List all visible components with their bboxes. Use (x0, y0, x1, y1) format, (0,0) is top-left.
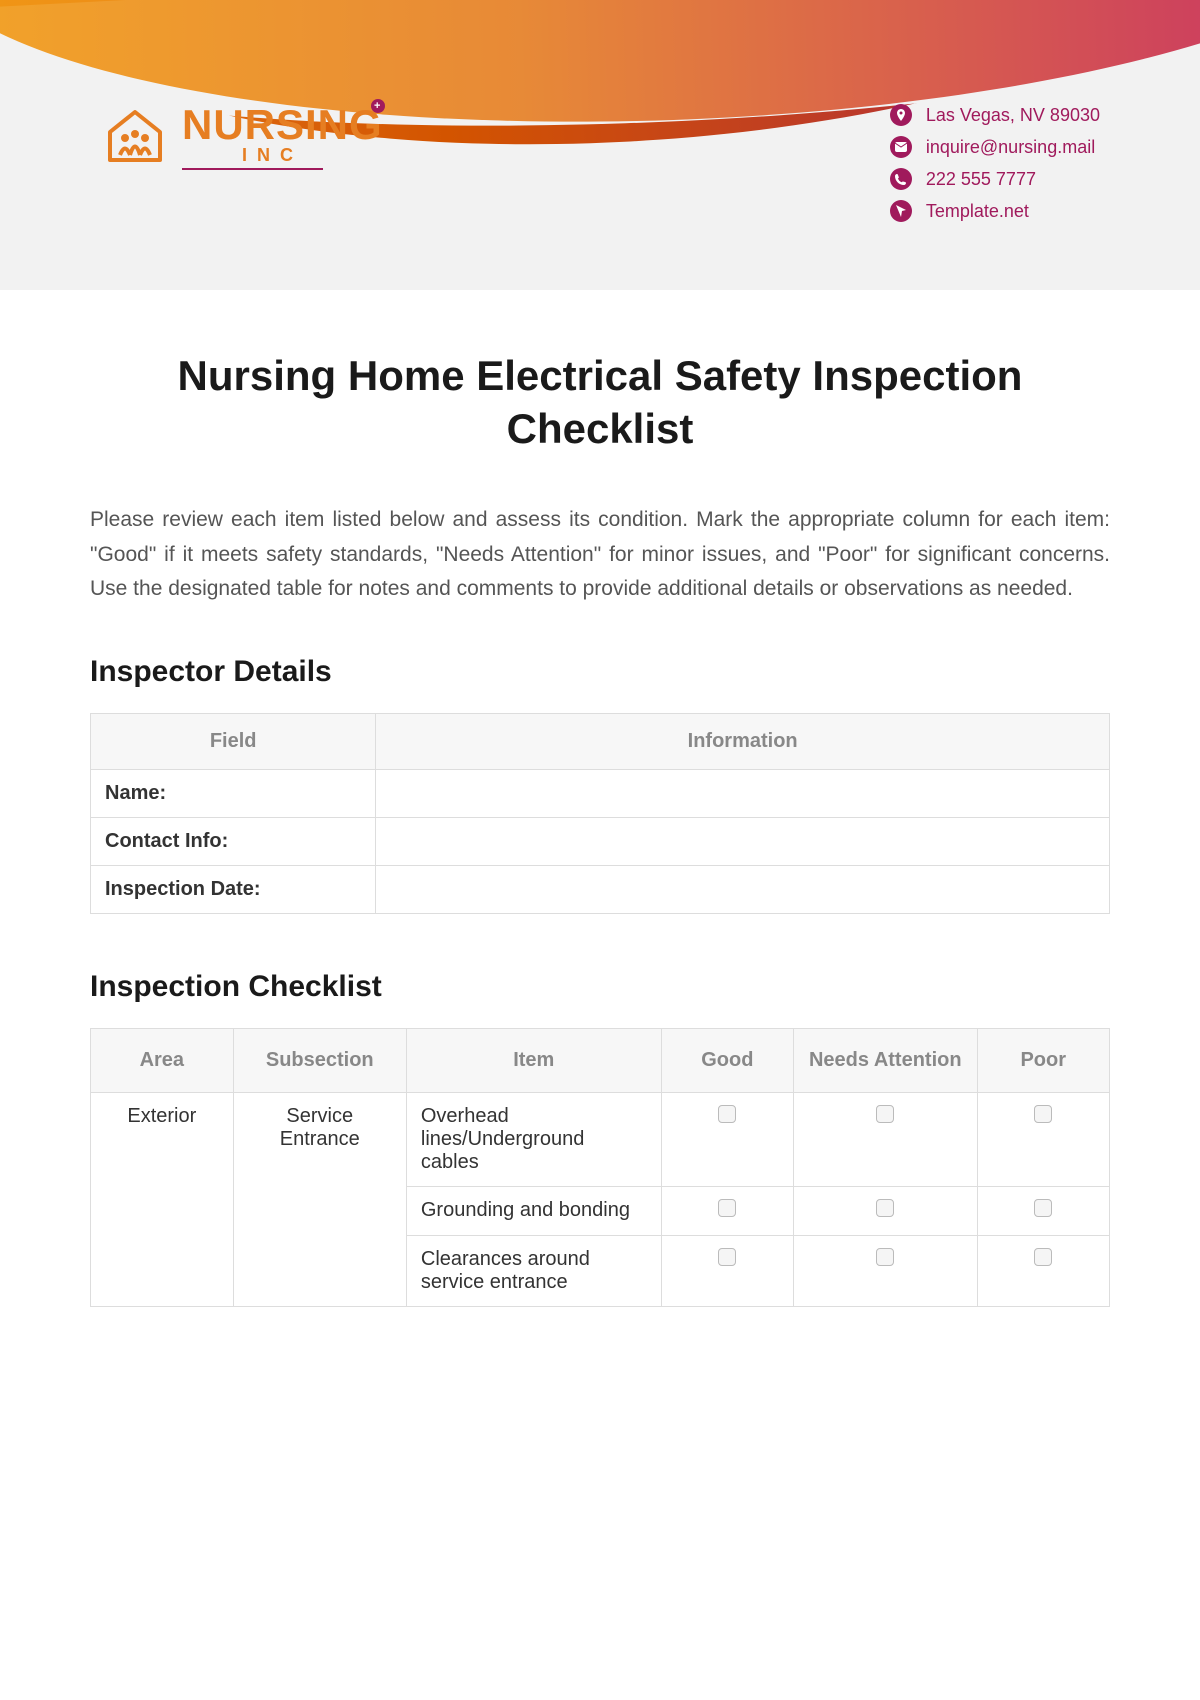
checkbox-good[interactable] (718, 1248, 736, 1266)
main-content: Nursing Home Electrical Safety Inspectio… (0, 290, 1200, 1307)
checklist-item: Clearances around service entrance (406, 1235, 661, 1306)
checklist-needs-cell (794, 1186, 977, 1235)
inspector-details-heading: Inspector Details (90, 655, 1110, 689)
checkbox-good[interactable] (718, 1199, 736, 1217)
contact-phone: 222 555 7777 (890, 168, 1100, 190)
checklist-subsection: Service Entrance (233, 1092, 406, 1306)
inspector-details-table: Field Information Name: Contact Info: In… (90, 713, 1110, 914)
checklist-poor-cell (977, 1092, 1110, 1186)
checklist-poor-cell (977, 1235, 1110, 1306)
checklist-area: Exterior (91, 1092, 234, 1306)
details-field-date: Inspection Date: (91, 865, 376, 913)
contact-web: Template.net (890, 200, 1100, 222)
details-header-field: Field (91, 713, 376, 769)
contact-email-text: inquire@nursing.mail (926, 137, 1095, 158)
checklist-good-cell (661, 1092, 793, 1186)
contact-email: inquire@nursing.mail (890, 136, 1100, 158)
location-icon (890, 104, 912, 126)
table-row: Exterior Service Entrance Overhead lines… (91, 1092, 1110, 1186)
checklist-needs-cell (794, 1092, 977, 1186)
checkbox-good[interactable] (718, 1105, 736, 1123)
logo-main-label: NURSING (182, 101, 383, 148)
details-info-contact[interactable] (376, 817, 1110, 865)
checkbox-needs-attention[interactable] (876, 1199, 894, 1217)
checklist-header-item: Item (406, 1028, 661, 1092)
logo-house-icon (100, 100, 170, 170)
contact-list: Las Vegas, NV 89030 inquire@nursing.mail… (890, 100, 1100, 222)
header-band: NURSING + INC Las Vegas, NV 89030 inquir… (0, 0, 1200, 290)
table-row: Inspection Date: (91, 865, 1110, 913)
inspection-checklist-heading: Inspection Checklist (90, 970, 1110, 1004)
inspection-checklist-table: Area Subsection Item Good Needs Attentio… (90, 1028, 1110, 1307)
checklist-item: Overhead lines/Underground cables (406, 1092, 661, 1186)
checkbox-needs-attention[interactable] (876, 1248, 894, 1266)
checkbox-needs-attention[interactable] (876, 1105, 894, 1123)
checklist-needs-cell (794, 1235, 977, 1306)
details-info-name[interactable] (376, 769, 1110, 817)
logo-main-text: NURSING + (182, 101, 383, 149)
web-icon (890, 200, 912, 222)
checklist-item: Grounding and bonding (406, 1186, 661, 1235)
details-field-name: Name: (91, 769, 376, 817)
checklist-good-cell (661, 1186, 793, 1235)
header-content: NURSING + INC Las Vegas, NV 89030 inquir… (100, 100, 1100, 222)
checklist-header-area: Area (91, 1028, 234, 1092)
email-icon (890, 136, 912, 158)
contact-address: Las Vegas, NV 89030 (890, 104, 1100, 126)
table-row: Name: (91, 769, 1110, 817)
contact-address-text: Las Vegas, NV 89030 (926, 105, 1100, 126)
table-row: Contact Info: (91, 817, 1110, 865)
checklist-header-poor: Poor (977, 1028, 1110, 1092)
checklist-header-good: Good (661, 1028, 793, 1092)
checklist-good-cell (661, 1235, 793, 1306)
logo-text: NURSING + INC (182, 101, 383, 170)
checkbox-poor[interactable] (1034, 1105, 1052, 1123)
page-title: Nursing Home Electrical Safety Inspectio… (90, 350, 1110, 455)
checklist-header-needs: Needs Attention (794, 1028, 977, 1092)
checklist-poor-cell (977, 1186, 1110, 1235)
checklist-header-subsection: Subsection (233, 1028, 406, 1092)
logo: NURSING + INC (100, 100, 383, 170)
contact-phone-text: 222 555 7777 (926, 169, 1036, 190)
contact-web-text: Template.net (926, 201, 1029, 222)
details-header-info: Information (376, 713, 1110, 769)
phone-icon (890, 168, 912, 190)
logo-plus-icon: + (371, 99, 385, 113)
checkbox-poor[interactable] (1034, 1199, 1052, 1217)
intro-paragraph: Please review each item listed below and… (90, 503, 1110, 607)
details-field-contact: Contact Info: (91, 817, 376, 865)
checkbox-poor[interactable] (1034, 1248, 1052, 1266)
details-info-date[interactable] (376, 865, 1110, 913)
